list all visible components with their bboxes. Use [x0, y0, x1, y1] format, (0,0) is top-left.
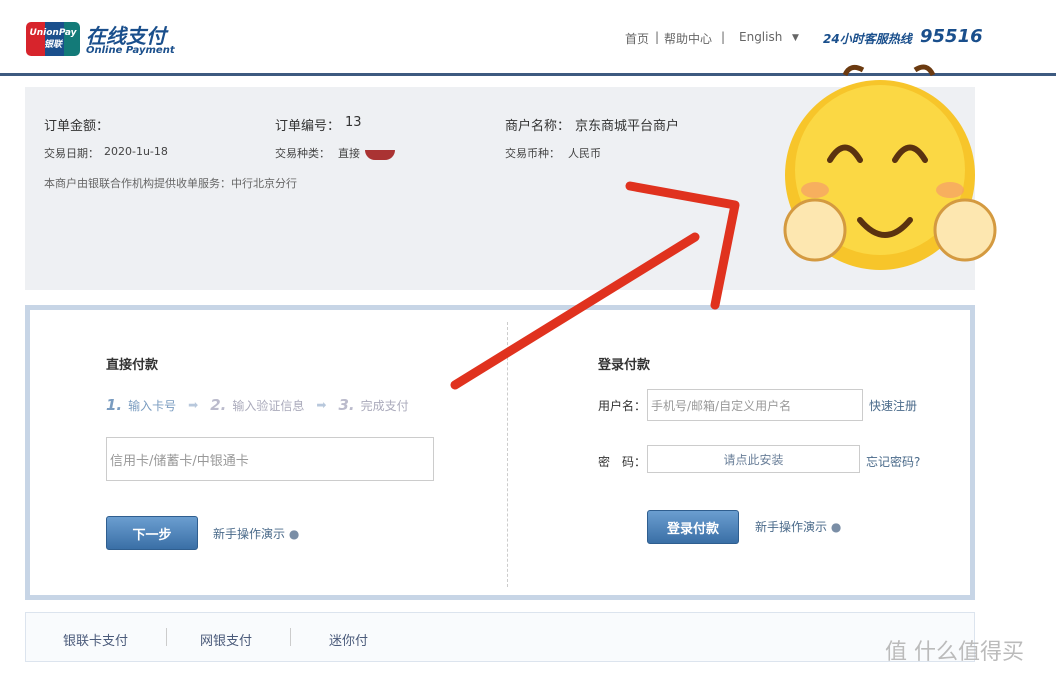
annotation-overlay: [450, 64, 997, 390]
smiley-emoji: [783, 64, 997, 270]
watermark: 值 什么值得买: [885, 640, 1024, 665]
red-arrow-annotation: [450, 181, 740, 390]
